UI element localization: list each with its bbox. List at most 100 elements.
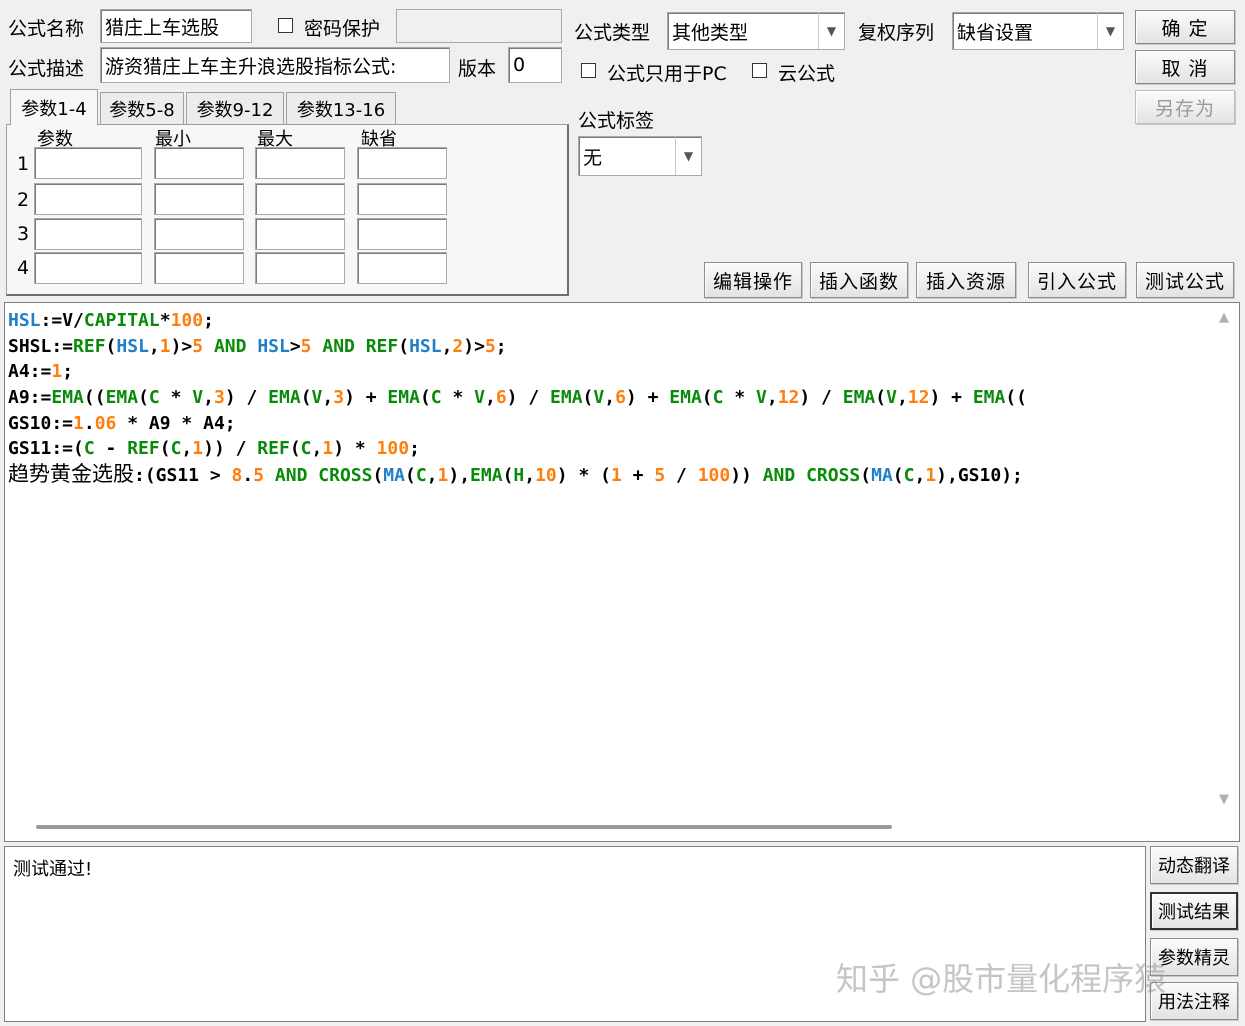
code-token: ,: [322, 387, 334, 409]
formula-tag-select[interactable]: 无 ▼: [578, 136, 702, 176]
version-label: 版本: [458, 58, 497, 80]
password-protect-checkbox[interactable]: [278, 18, 293, 33]
code-line[interactable]: A9:=EMA((EMA(C * V,3) / EMA(V,3) + EMA(C…: [8, 385, 1208, 411]
code-token: (: [105, 335, 117, 357]
dynamic-translate-button[interactable]: 动态翻译: [1150, 846, 1238, 884]
code-line[interactable]: 趋势黄金选股:(GS11 > 8.5 AND CROSS(MA(C,1),EMA…: [8, 462, 1208, 488]
pc-only-checkbox[interactable]: [581, 63, 596, 78]
param-4-max-input[interactable]: [255, 252, 345, 284]
test-result-button[interactable]: 测试结果: [1150, 892, 1238, 930]
param-3-name-input[interactable]: [34, 218, 142, 250]
cloud-formula-checkbox[interactable]: [752, 63, 767, 78]
save-as-button[interactable]: 另存为: [1135, 90, 1235, 124]
param-3-default-input[interactable]: [357, 218, 447, 250]
param-2-default-input[interactable]: [357, 183, 447, 215]
param-row-index: 1: [17, 153, 30, 175]
param-2-max-input[interactable]: [255, 183, 345, 215]
param-3-max-input[interactable]: [255, 218, 345, 250]
code-token: (: [372, 465, 384, 487]
chevron-down-icon[interactable]: ▼: [818, 13, 844, 49]
code-token: 100: [376, 438, 410, 460]
code-line[interactable]: GS10:=1.06 * A9 * A4;: [8, 411, 1208, 437]
code-token: AND: [311, 335, 366, 357]
param-1-min-input[interactable]: [154, 147, 244, 179]
edit-operation-button[interactable]: 编辑操作: [704, 262, 802, 298]
code-line[interactable]: A4:=1;: [8, 359, 1208, 385]
vertical-scrollbar[interactable]: ▲ ▼: [1214, 306, 1238, 814]
insert-resource-button[interactable]: 插入资源: [916, 262, 1016, 298]
code-text[interactable]: HSL:=V/CAPITAL*100; SHSL:=REF(HSL,1)>5 AN…: [8, 308, 1208, 808]
code-token: EMA: [268, 387, 301, 409]
code-token: 100: [697, 465, 731, 487]
code-token: V: [474, 387, 485, 409]
param-4-min-input[interactable]: [154, 252, 244, 284]
code-token: ),: [448, 465, 471, 487]
code-token: -: [94, 438, 128, 460]
code-token: 5: [654, 465, 666, 487]
chevron-down-icon[interactable]: ▼: [1097, 13, 1123, 49]
code-token: GS10:=: [8, 412, 74, 434]
formula-desc-input[interactable]: 游资猎庄上车主升浪选股指标公式:: [100, 47, 450, 83]
import-formula-button[interactable]: 引入公式: [1028, 262, 1126, 298]
tab-params-1-4[interactable]: 参数1-4: [10, 89, 98, 125]
formula-name-input[interactable]: 猎庄上车选股: [100, 9, 252, 43]
scroll-up-icon[interactable]: ▲: [1219, 310, 1229, 325]
code-token: EMA: [387, 387, 420, 409]
param-row-index: 2: [17, 189, 30, 211]
formula-type-value: 其他类型: [672, 21, 749, 44]
code-token: (: [502, 465, 514, 487]
tab-params-13-16[interactable]: 参数13-16: [286, 92, 396, 124]
version-input[interactable]: 0: [508, 47, 562, 83]
code-token: EMA: [842, 387, 876, 409]
param-3-min-input[interactable]: [154, 218, 244, 250]
tab-params-9-12[interactable]: 参数9-12: [186, 92, 284, 124]
code-token: HSL: [257, 335, 290, 357]
formula-type-label: 公式类型: [574, 22, 651, 44]
code-token: 1: [322, 438, 334, 460]
insert-function-button[interactable]: 插入函数: [810, 262, 908, 298]
formula-type-select[interactable]: 其他类型 ▼: [667, 12, 845, 50]
rights-series-select[interactable]: 缺省设置 ▼: [952, 12, 1124, 50]
tab-params-5-8[interactable]: 参数5-8: [100, 92, 184, 124]
param-2-name-input[interactable]: [34, 183, 142, 215]
code-token: AND: [203, 335, 258, 357]
code-token: ,: [426, 465, 438, 487]
code-line[interactable]: GS11:=(C - REF(C,1)) / REF(C,1) * 100;: [8, 436, 1208, 462]
code-line[interactable]: HSL:=V/CAPITAL*100;: [8, 308, 1208, 334]
code-token: CAPITAL: [83, 310, 160, 331]
code-token: :(GS11 >: [134, 465, 232, 487]
code-token: HSL: [8, 310, 41, 331]
param-1-name-input[interactable]: [34, 147, 142, 179]
param-row-index: 3: [17, 223, 30, 245]
code-token: 1: [610, 465, 622, 487]
code-token: (: [860, 465, 872, 487]
param-4-default-input[interactable]: [357, 252, 447, 284]
code-token: EMA: [105, 387, 139, 409]
horizontal-scroll-thumb[interactable]: [36, 825, 892, 829]
password-input[interactable]: [396, 9, 562, 43]
code-token: ,: [766, 387, 778, 409]
code-token: ,: [203, 387, 214, 409]
ok-button[interactable]: 确 定: [1135, 10, 1235, 44]
param-1-default-input[interactable]: [357, 147, 447, 179]
code-token: /: [665, 465, 698, 487]
code-token: ,: [148, 335, 160, 357]
param-1-max-input[interactable]: [255, 147, 345, 179]
code-token: (: [892, 465, 904, 487]
code-token: EMA: [972, 387, 1006, 409]
code-token: ;: [203, 310, 214, 331]
cancel-button[interactable]: 取 消: [1135, 50, 1235, 84]
test-formula-button[interactable]: 测试公式: [1136, 262, 1234, 298]
chevron-down-icon[interactable]: ▼: [675, 137, 701, 175]
horizontal-scrollbar[interactable]: [6, 816, 1212, 838]
scroll-down-icon[interactable]: ▼: [1219, 792, 1229, 807]
params-panel: 参数 最小 最大 缺省 1 2 3 4: [6, 124, 569, 296]
code-token: (: [398, 335, 410, 357]
code-token: (: [300, 387, 312, 409]
code-token: ;: [409, 438, 420, 460]
code-token: C: [415, 465, 427, 487]
param-2-min-input[interactable]: [154, 183, 244, 215]
param-4-name-input[interactable]: [34, 252, 142, 284]
code-line[interactable]: SHSL:=REF(HSL,1)>5 AND HSL>5 AND REF(HSL…: [8, 334, 1208, 360]
code-token: 1: [159, 335, 171, 357]
